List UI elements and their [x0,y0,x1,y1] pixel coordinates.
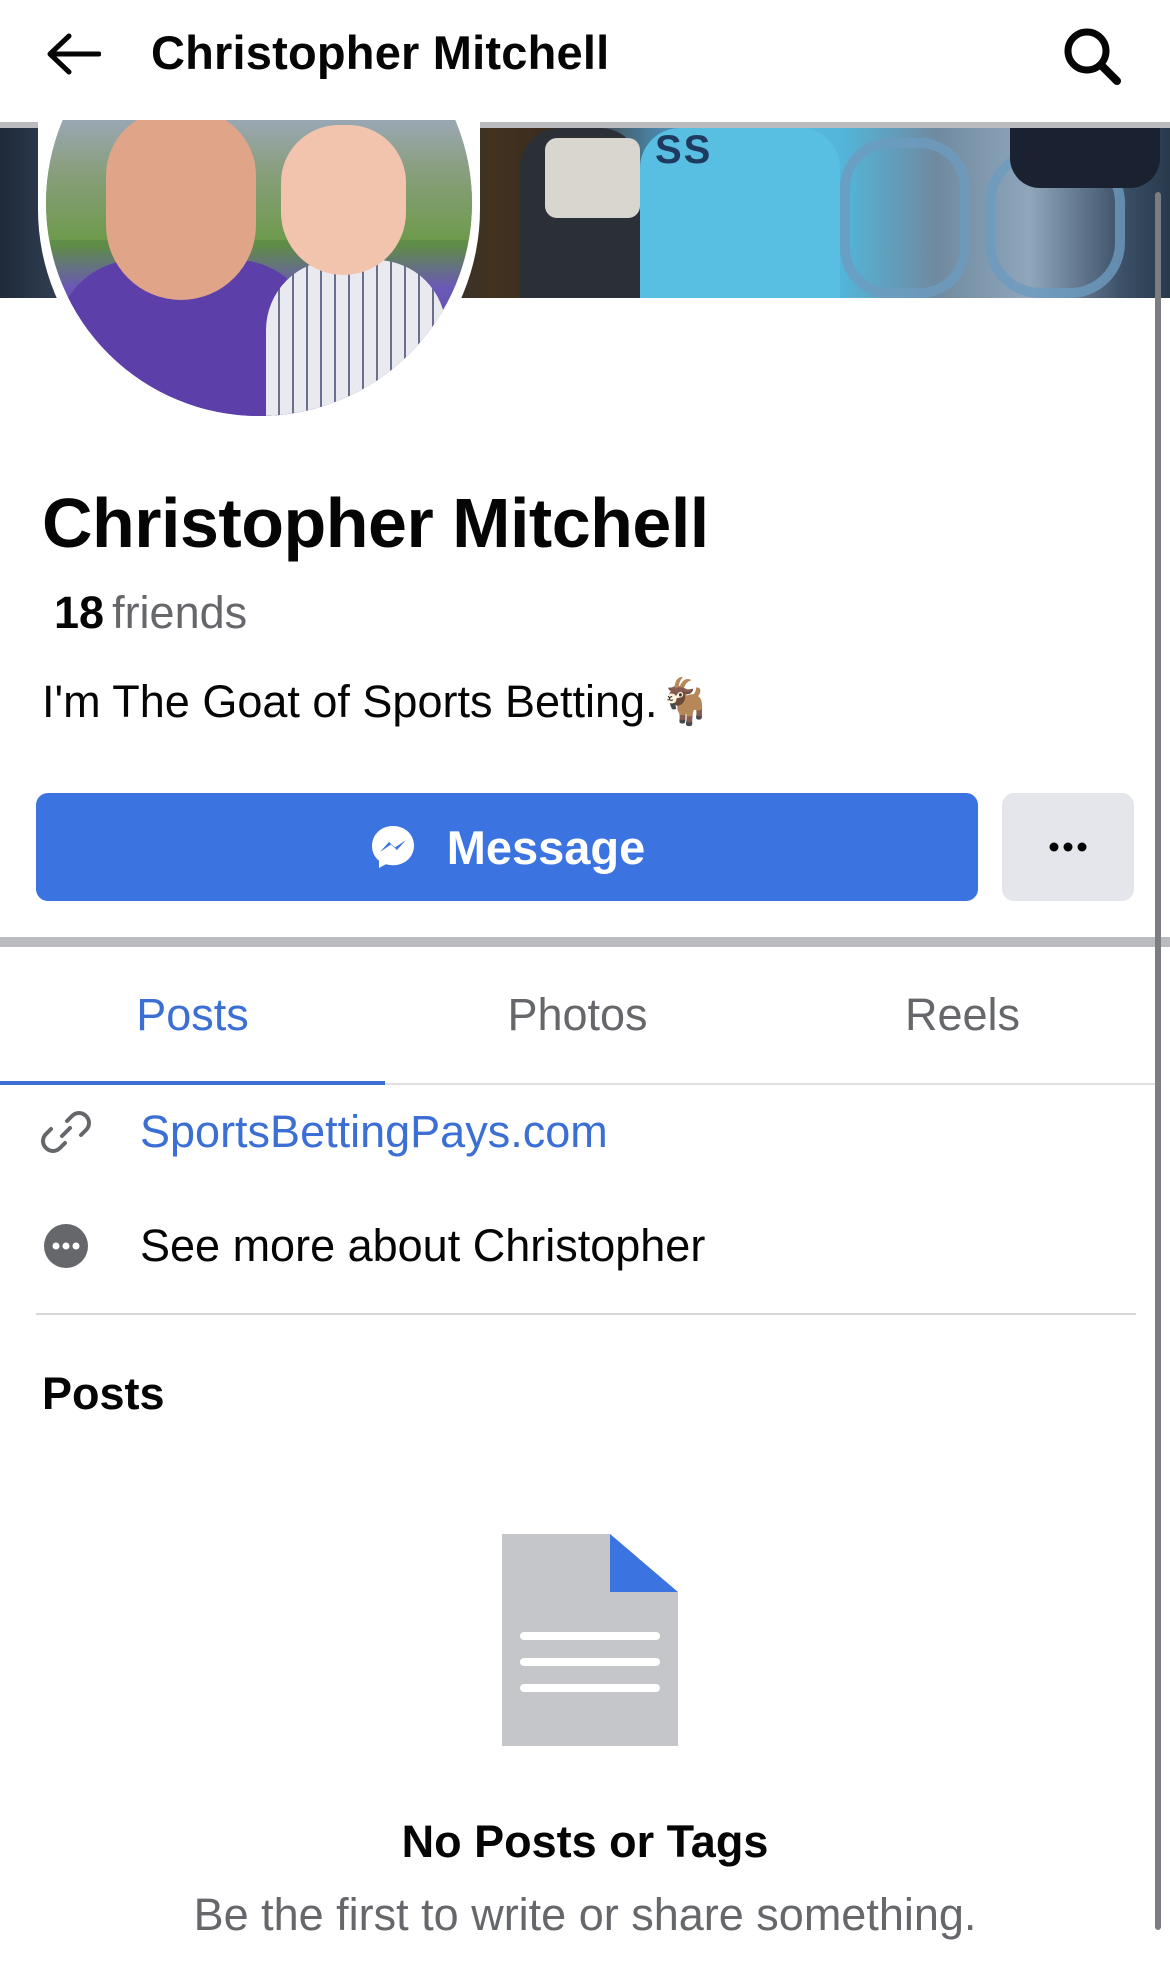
friends-label: friends [112,587,248,638]
profile-tabs: Posts Photos Reels [0,947,1155,1085]
posts-heading: Posts [42,1368,165,1419]
arrow-left-icon [47,33,101,75]
section-divider [0,937,1170,947]
empty-state-subtitle: Be the first to write or share something… [193,1889,977,1940]
more-circle-icon [44,1224,88,1268]
friends-count: 18 [54,587,105,638]
scrollbar[interactable] [1155,192,1161,1930]
tab-reels[interactable]: Reels [770,947,1155,1083]
see-more-about-label: See more about Christopher [140,1220,706,1271]
message-button-label: Message [446,820,646,874]
website-link-row[interactable]: SportsBettingPays.com [0,1082,1140,1182]
profile-name: Christopher Mitchell [42,484,709,562]
link-icon [41,1111,91,1153]
tab-posts[interactable]: Posts [0,947,385,1085]
see-more-about-row[interactable]: See more about Christopher [0,1196,1140,1296]
profile-avatar[interactable] [38,120,480,430]
tab-photos[interactable]: Photos [385,947,770,1083]
about-divider [36,1313,1136,1315]
back-button[interactable] [38,22,108,86]
page-title: Christopher Mitchell [151,26,610,79]
search-icon [1064,28,1121,85]
message-button[interactable]: Message [36,793,978,901]
more-options-button[interactable] [1002,793,1134,901]
cover-shirt-text: SS [655,128,713,172]
friends-count-link[interactable]: 18 friends [54,584,247,642]
empty-state-title: No Posts or Tags [401,1816,769,1867]
ellipsis-icon [1049,842,1087,852]
website-link[interactable]: SportsBettingPays.com [140,1106,608,1158]
profile-bio: I'm The Goat of Sports Betting.🐐 [42,676,714,727]
search-button[interactable] [1056,20,1128,92]
document-icon [500,1532,680,1753]
top-bar: Christopher Mitchell [0,0,1170,122]
messenger-icon [371,826,414,868]
